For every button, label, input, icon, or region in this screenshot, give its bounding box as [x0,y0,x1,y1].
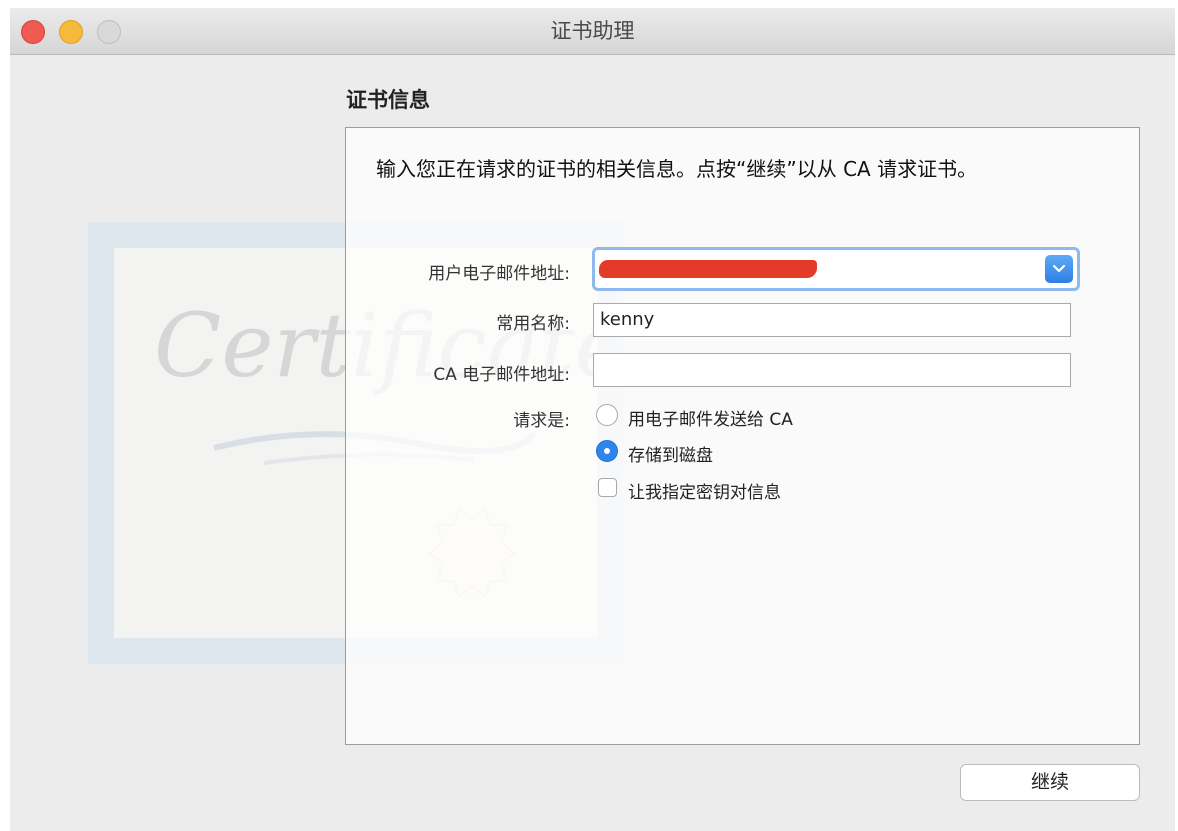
request-label: 请求是: [513,411,570,431]
specify-key-pair-label[interactable]: 让我指定密钥对信息 [628,478,781,503]
radio-selected-dot [604,448,610,454]
email-combobox[interactable] [592,247,1080,291]
email-label: 用户电子邮件地址: [428,264,570,284]
instruction-text: 输入您正在请求的证书的相关信息。点按“继续”以从 CA 请求证书。 [376,157,978,181]
radio-save-to-disk[interactable] [596,440,618,462]
specify-key-pair-checkbox[interactable] [598,478,617,497]
form-panel [345,127,1140,745]
ca-email-input[interactable] [593,353,1071,387]
radio-email-to-ca-label[interactable]: 用电子邮件发送给 CA [628,405,793,430]
redaction-mark [599,260,817,278]
common-name-label: 常用名称: [496,314,570,334]
window-title: 证书助理 [550,19,635,43]
radio-email-to-ca[interactable] [596,404,618,426]
continue-button[interactable]: 继续 [960,764,1140,801]
section-heading: 证书信息 [346,88,430,112]
certificate-assistant-window: 证书助理 Certificate 证书信息 输入您正在请求的证书的相关信息。点按… [10,8,1175,831]
chevron-down-icon [1052,264,1066,273]
radio-save-to-disk-label[interactable]: 存储到磁盘 [628,441,713,466]
email-dropdown-button[interactable] [1045,255,1073,283]
title-bar: 证书助理 [10,8,1175,55]
common-name-input[interactable]: kenny [593,303,1071,337]
ca-email-label: CA 电子邮件地址: [433,365,570,385]
